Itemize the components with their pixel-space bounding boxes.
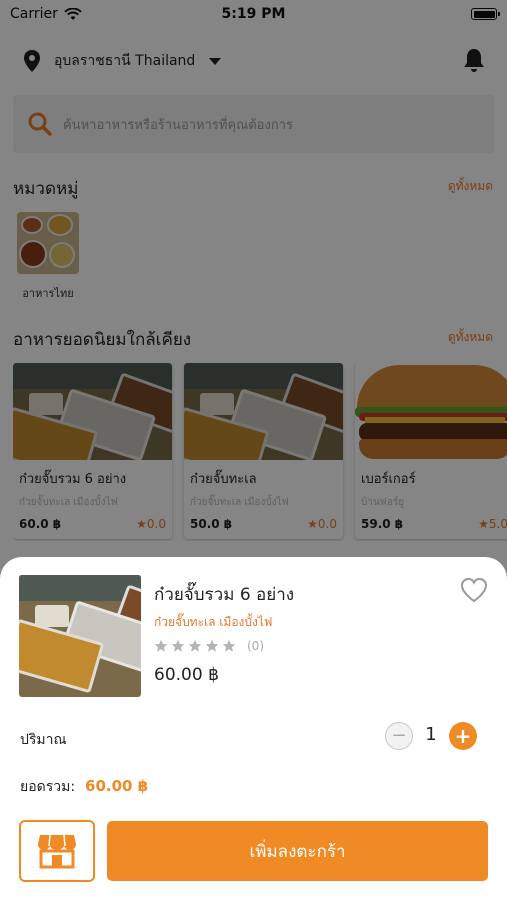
add-to-cart-button[interactable]: เพิ่มลงตะกร้า bbox=[107, 821, 488, 881]
star-icon bbox=[222, 639, 236, 652]
increase-quantity-button[interactable]: + bbox=[449, 722, 477, 750]
total-row: ยอดรวม: 60.00 ฿ bbox=[20, 776, 148, 798]
product-price: 60.00 ฿ bbox=[154, 665, 219, 685]
product-shop-link[interactable]: ก๋วยจั๊บทะเล เมืองบั้งไฟ bbox=[154, 613, 272, 632]
add-to-cart-sheet: ก๋วยจั๊บรวม 6 อย่าง ก๋วยจั๊บทะเล เมืองบั… bbox=[0, 557, 507, 900]
decrease-quantity-button[interactable]: − bbox=[385, 722, 413, 750]
quantity-value: 1 bbox=[425, 724, 437, 745]
total-value: 60.00 ฿ bbox=[85, 777, 149, 795]
total-label: ยอดรวม: bbox=[20, 779, 76, 795]
store-icon bbox=[38, 834, 76, 869]
favorite-heart-icon[interactable] bbox=[460, 577, 488, 603]
star-icon bbox=[205, 639, 219, 652]
quantity-label: ปริมาณ bbox=[20, 732, 67, 748]
star-icon bbox=[171, 639, 185, 652]
star-icon bbox=[154, 639, 168, 652]
star-icon bbox=[188, 639, 202, 652]
rating-count: (0) bbox=[247, 639, 264, 653]
product-image bbox=[19, 575, 141, 697]
home-screen: Carrier 5:19 PM อุบลราชธานี Thailand ค้น… bbox=[0, 0, 507, 900]
product-title: ก๋วยจั๊บรวม 6 อย่าง bbox=[154, 585, 295, 605]
rating-stars: (0) bbox=[154, 639, 264, 653]
view-store-button[interactable] bbox=[19, 820, 95, 882]
